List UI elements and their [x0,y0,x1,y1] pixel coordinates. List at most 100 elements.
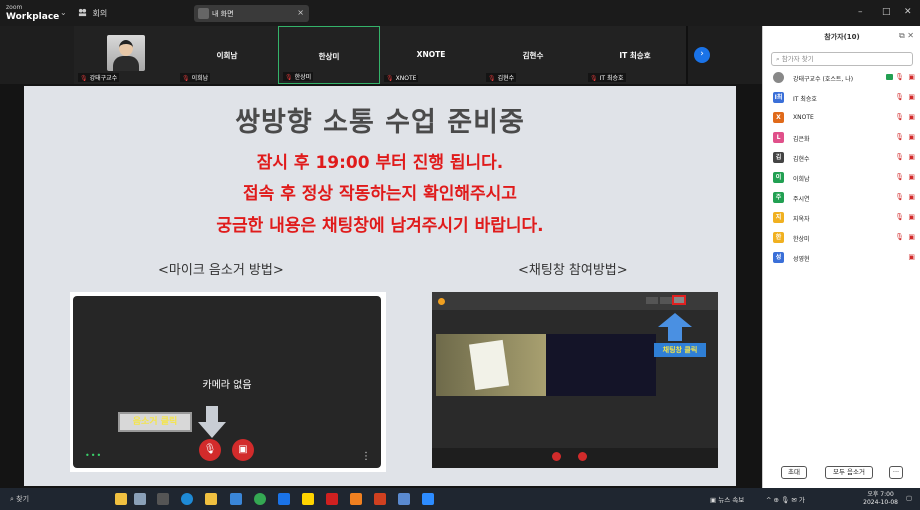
chrome-icon[interactable] [254,493,266,505]
signal-icon: ••• [85,451,103,460]
participant-row[interactable]: 주 주시연 🎙 ▣ [773,190,917,206]
store-icon[interactable] [230,493,242,505]
slide-notice-line: 접속 후 정상 작동하는지 확인해주시고 [243,184,517,204]
maximize-button[interactable]: □ [882,7,891,17]
participant-row[interactable]: I최 IT 최승호 🎙 ▣ [773,90,917,106]
mic-muted-icon[interactable]: 🎙 [895,173,904,181]
kakaotalk-icon[interactable] [302,493,314,505]
participant-row[interactable]: 한 한상미 🎙 ▣ [773,230,917,246]
video-tile-active-speaker[interactable]: 한상미 🎙 한상미 [278,26,380,84]
mic-muted-icon[interactable]: 🎙 [895,133,904,141]
video-preview [436,334,546,396]
file-explorer-icon[interactable] [205,493,217,505]
video-strip: 🎙 강태구교수 이희남 🎙 이희남 한상미 🎙 한상미 XNOTE 🎙 XNOTE 김현… [74,26,688,84]
participant-row[interactable]: 강태구교수 (호스트, 나) 🎙 ▣ [773,70,917,86]
mic-muted-icon[interactable]: 🎙 [895,153,904,161]
monitor-icon[interactable] [134,493,146,505]
mic-muted-icon: 🎙 [182,75,190,82]
participant-row[interactable]: 김 김현수 🎙 ▣ [773,150,917,166]
video-tile[interactable]: 이희남 🎙 이희남 [176,26,278,84]
slide-title: 쌍방향 소통 수업 준비중 [235,107,525,138]
video-tile[interactable]: IT 최승호 🎙 IT 최승호 [584,26,686,84]
mic-muted-icon[interactable]: 🎙 [895,193,904,201]
next-page-button[interactable]: › [694,47,710,63]
mute-all-button[interactable]: 모두 음소거 [825,466,873,479]
chat-click-callout: 채팅창 클릭 [654,343,706,357]
camera-off-icon[interactable]: ▣ [908,153,915,161]
notification-icon[interactable]: ▢ [906,494,912,502]
minimize-button[interactable]: – [858,7,863,17]
news-ticker[interactable]: ▣ 뉴스 속보 [710,494,744,504]
camera-off-icon[interactable]: ▣ [908,253,915,261]
taskbar-clock[interactable]: 오후 7:00 2024-10-08 [863,491,898,507]
avatar: 이 [773,172,784,183]
participant-row[interactable]: 지 지옥자 🎙 ▣ [773,210,917,226]
windows-taskbar: ⌕ 찾기 ▣ 뉴스 속보 ^ ⊕ 🎙 ✉ 가 오후 7:00 2024-10-0… [0,488,920,510]
mic-muted-icon[interactable]: 🎙 [895,73,904,81]
search-icon: ⌕ [776,55,780,63]
participant-row[interactable]: X XNOTE 🎙 ▣ [773,110,917,126]
share-screen-icon [886,74,893,80]
avatar [773,72,784,83]
camera-off-icon[interactable]: ▣ [908,193,915,201]
widget-icon[interactable] [115,493,127,505]
acrobat-icon[interactable] [326,493,338,505]
avatar: 주 [773,192,784,203]
participant-photo [107,35,145,71]
mic-muted-icon[interactable]: 🎙 [895,93,904,101]
avatar: 성 [773,252,784,263]
title-bar: zoom Workplace ⌄ 회의 내 화면 × – □ ✕ [0,0,920,26]
mic-muted-icon[interactable]: 🎙 [895,113,904,121]
avatar: 지 [773,212,784,223]
invite-button[interactable]: 초대 [781,466,807,479]
avatar: L [773,132,784,143]
search-app-icon[interactable] [350,493,362,505]
more-options-button[interactable]: ··· [889,466,903,479]
chevron-down-icon[interactable]: ⌄ [60,8,67,17]
popout-icon[interactable]: ⧉ [899,31,905,40]
mic-muted-icon: 🎙 [199,439,221,461]
chat-button-highlight [672,295,686,305]
slide-notice-line: 궁금한 내용은 채팅창에 남겨주시기 바랍니다. [216,216,544,236]
video-tile[interactable]: XNOTE 🎙 XNOTE [380,26,482,84]
arrow-down-icon [198,406,226,438]
participant-row[interactable]: L 김은화 🎙 ▣ [773,130,917,146]
video-tile-host[interactable]: 🎙 강태구교수 [74,26,176,84]
camera-off-icon[interactable]: ▣ [908,213,915,221]
zoom-taskbar-icon[interactable] [422,493,434,505]
system-tray[interactable]: ^ ⊕ 🎙 ✉ 가 [766,494,805,504]
mail-icon[interactable] [278,493,290,505]
participant-row[interactable]: 이 이희남 🎙 ▣ [773,170,917,186]
meeting-menu[interactable]: 회의 [78,8,107,19]
camera-off-icon[interactable]: ▣ [908,233,915,241]
arrow-up-icon [658,313,692,341]
close-window-button[interactable]: ✕ [904,7,912,17]
zoom-logo[interactable]: zoom Workplace [6,4,59,22]
more-icon: ⋮ [361,451,371,462]
mic-muted-icon[interactable]: 🎙 [895,233,904,241]
tab-my-screen[interactable]: 내 화면 × [194,5,309,22]
camera-off-icon[interactable]: ▣ [908,93,915,101]
participant-search-input[interactable]: ⌕ 참가자 찾기 [771,52,913,66]
mic-mute-heading: <마이크 음소거 방법> [158,263,284,278]
camera-off-icon[interactable]: ▣ [908,173,915,181]
zoom-dot-icon [438,298,445,305]
avatar: 한 [773,232,784,243]
slide-notice-line: 잠시 후 19:00 부터 진행 됩니다. [256,153,504,173]
camera-off-icon[interactable]: ▣ [908,133,915,141]
taskbar-search[interactable]: ⌕ 찾기 [10,494,29,504]
mic-muted-icon[interactable]: 🎙 [895,213,904,221]
video-tile[interactable]: 김현수 🎙 김현수 [482,26,584,84]
mic-muted-icon: 🎙 [285,74,293,81]
chat-example-image: 채팅창 클릭 [432,292,718,468]
no-camera-label: 카메라 없음 [202,380,252,391]
close-icon[interactable]: ✕ [907,31,914,40]
close-icon[interactable]: × [297,8,304,17]
powerpoint-icon[interactable] [374,493,386,505]
notepad-icon[interactable] [398,493,410,505]
edge-icon[interactable] [181,493,193,505]
camera-off-icon[interactable]: ▣ [908,73,915,81]
camera-off-icon[interactable]: ▣ [908,113,915,121]
participant-row[interactable]: 성 성영현 ▣ [773,250,917,266]
task-view-icon[interactable] [157,493,169,505]
